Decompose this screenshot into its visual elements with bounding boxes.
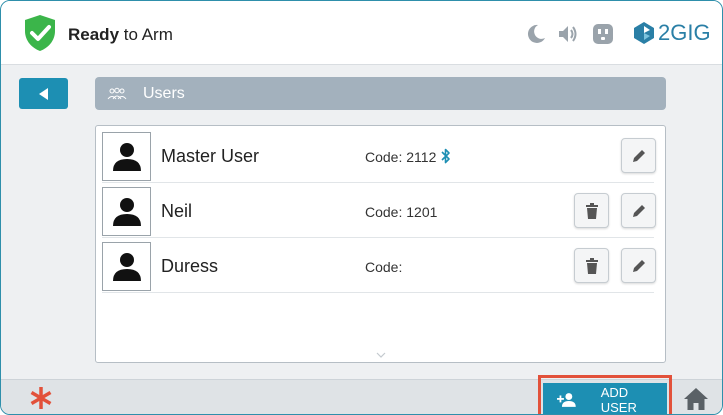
outlet-icon[interactable]	[592, 23, 614, 45]
person-icon	[113, 198, 141, 226]
user-name: Master User	[161, 146, 260, 166]
brand-name: 2GIG	[658, 20, 711, 45]
home-icon[interactable]	[683, 387, 709, 411]
avatar	[102, 132, 151, 181]
delete-button[interactable]	[574, 248, 609, 283]
person-icon	[113, 143, 141, 171]
header-bar: Ready to Arm 2GIG	[1, 1, 722, 65]
app-frame: Ready to Arm 2GIG Users Master User Code…	[0, 0, 723, 415]
user-name: Duress	[161, 256, 219, 276]
user-code: Code: 1201	[365, 204, 438, 220]
add-user-label: ADD USER	[600, 384, 637, 415]
asterisk-icon[interactable]	[29, 386, 53, 410]
user-row-duress[interactable]: Duress Code:	[102, 239, 656, 293]
trash-icon	[585, 257, 598, 274]
user-row-neil[interactable]: Neil Code: 1201	[102, 184, 656, 238]
status-rest: to Arm	[119, 25, 173, 44]
back-button[interactable]	[19, 78, 68, 109]
shield-check-icon[interactable]	[23, 14, 57, 52]
users-icon	[107, 87, 127, 99]
moon-icon[interactable]	[525, 23, 547, 45]
speaker-icon[interactable]	[557, 23, 579, 45]
arm-status[interactable]: Ready to Arm	[68, 25, 173, 45]
add-user-icon	[557, 392, 576, 407]
avatar	[102, 187, 151, 236]
edit-button[interactable]	[621, 248, 656, 283]
user-row-master[interactable]: Master User Code: 2112	[102, 129, 656, 183]
title-bar: Users	[95, 77, 666, 110]
edit-button[interactable]	[621, 193, 656, 228]
brand-logo-icon	[634, 22, 654, 44]
avatar	[102, 242, 151, 291]
pencil-icon	[632, 204, 645, 217]
page-title: Users	[143, 84, 185, 102]
brand-logo: 2GIG	[633, 20, 711, 46]
edit-button[interactable]	[621, 138, 656, 173]
status-bold: Ready	[68, 25, 120, 44]
user-code: Code:	[365, 259, 403, 275]
person-icon	[113, 253, 141, 281]
add-user-button[interactable]: ADD USER	[543, 383, 667, 415]
scroll-down-chevron-icon[interactable]	[376, 352, 386, 358]
user-code: Code: 2112	[365, 149, 437, 165]
trash-icon	[585, 202, 598, 219]
pencil-icon	[632, 259, 645, 272]
pencil-icon	[632, 149, 645, 162]
delete-button[interactable]	[574, 193, 609, 228]
back-arrow-icon	[38, 87, 48, 100]
bluetooth-icon	[441, 148, 450, 164]
user-name: Neil	[161, 201, 193, 221]
user-list[interactable]: Master User Code: 2112 Neil Code: 1201 D…	[95, 125, 666, 363]
